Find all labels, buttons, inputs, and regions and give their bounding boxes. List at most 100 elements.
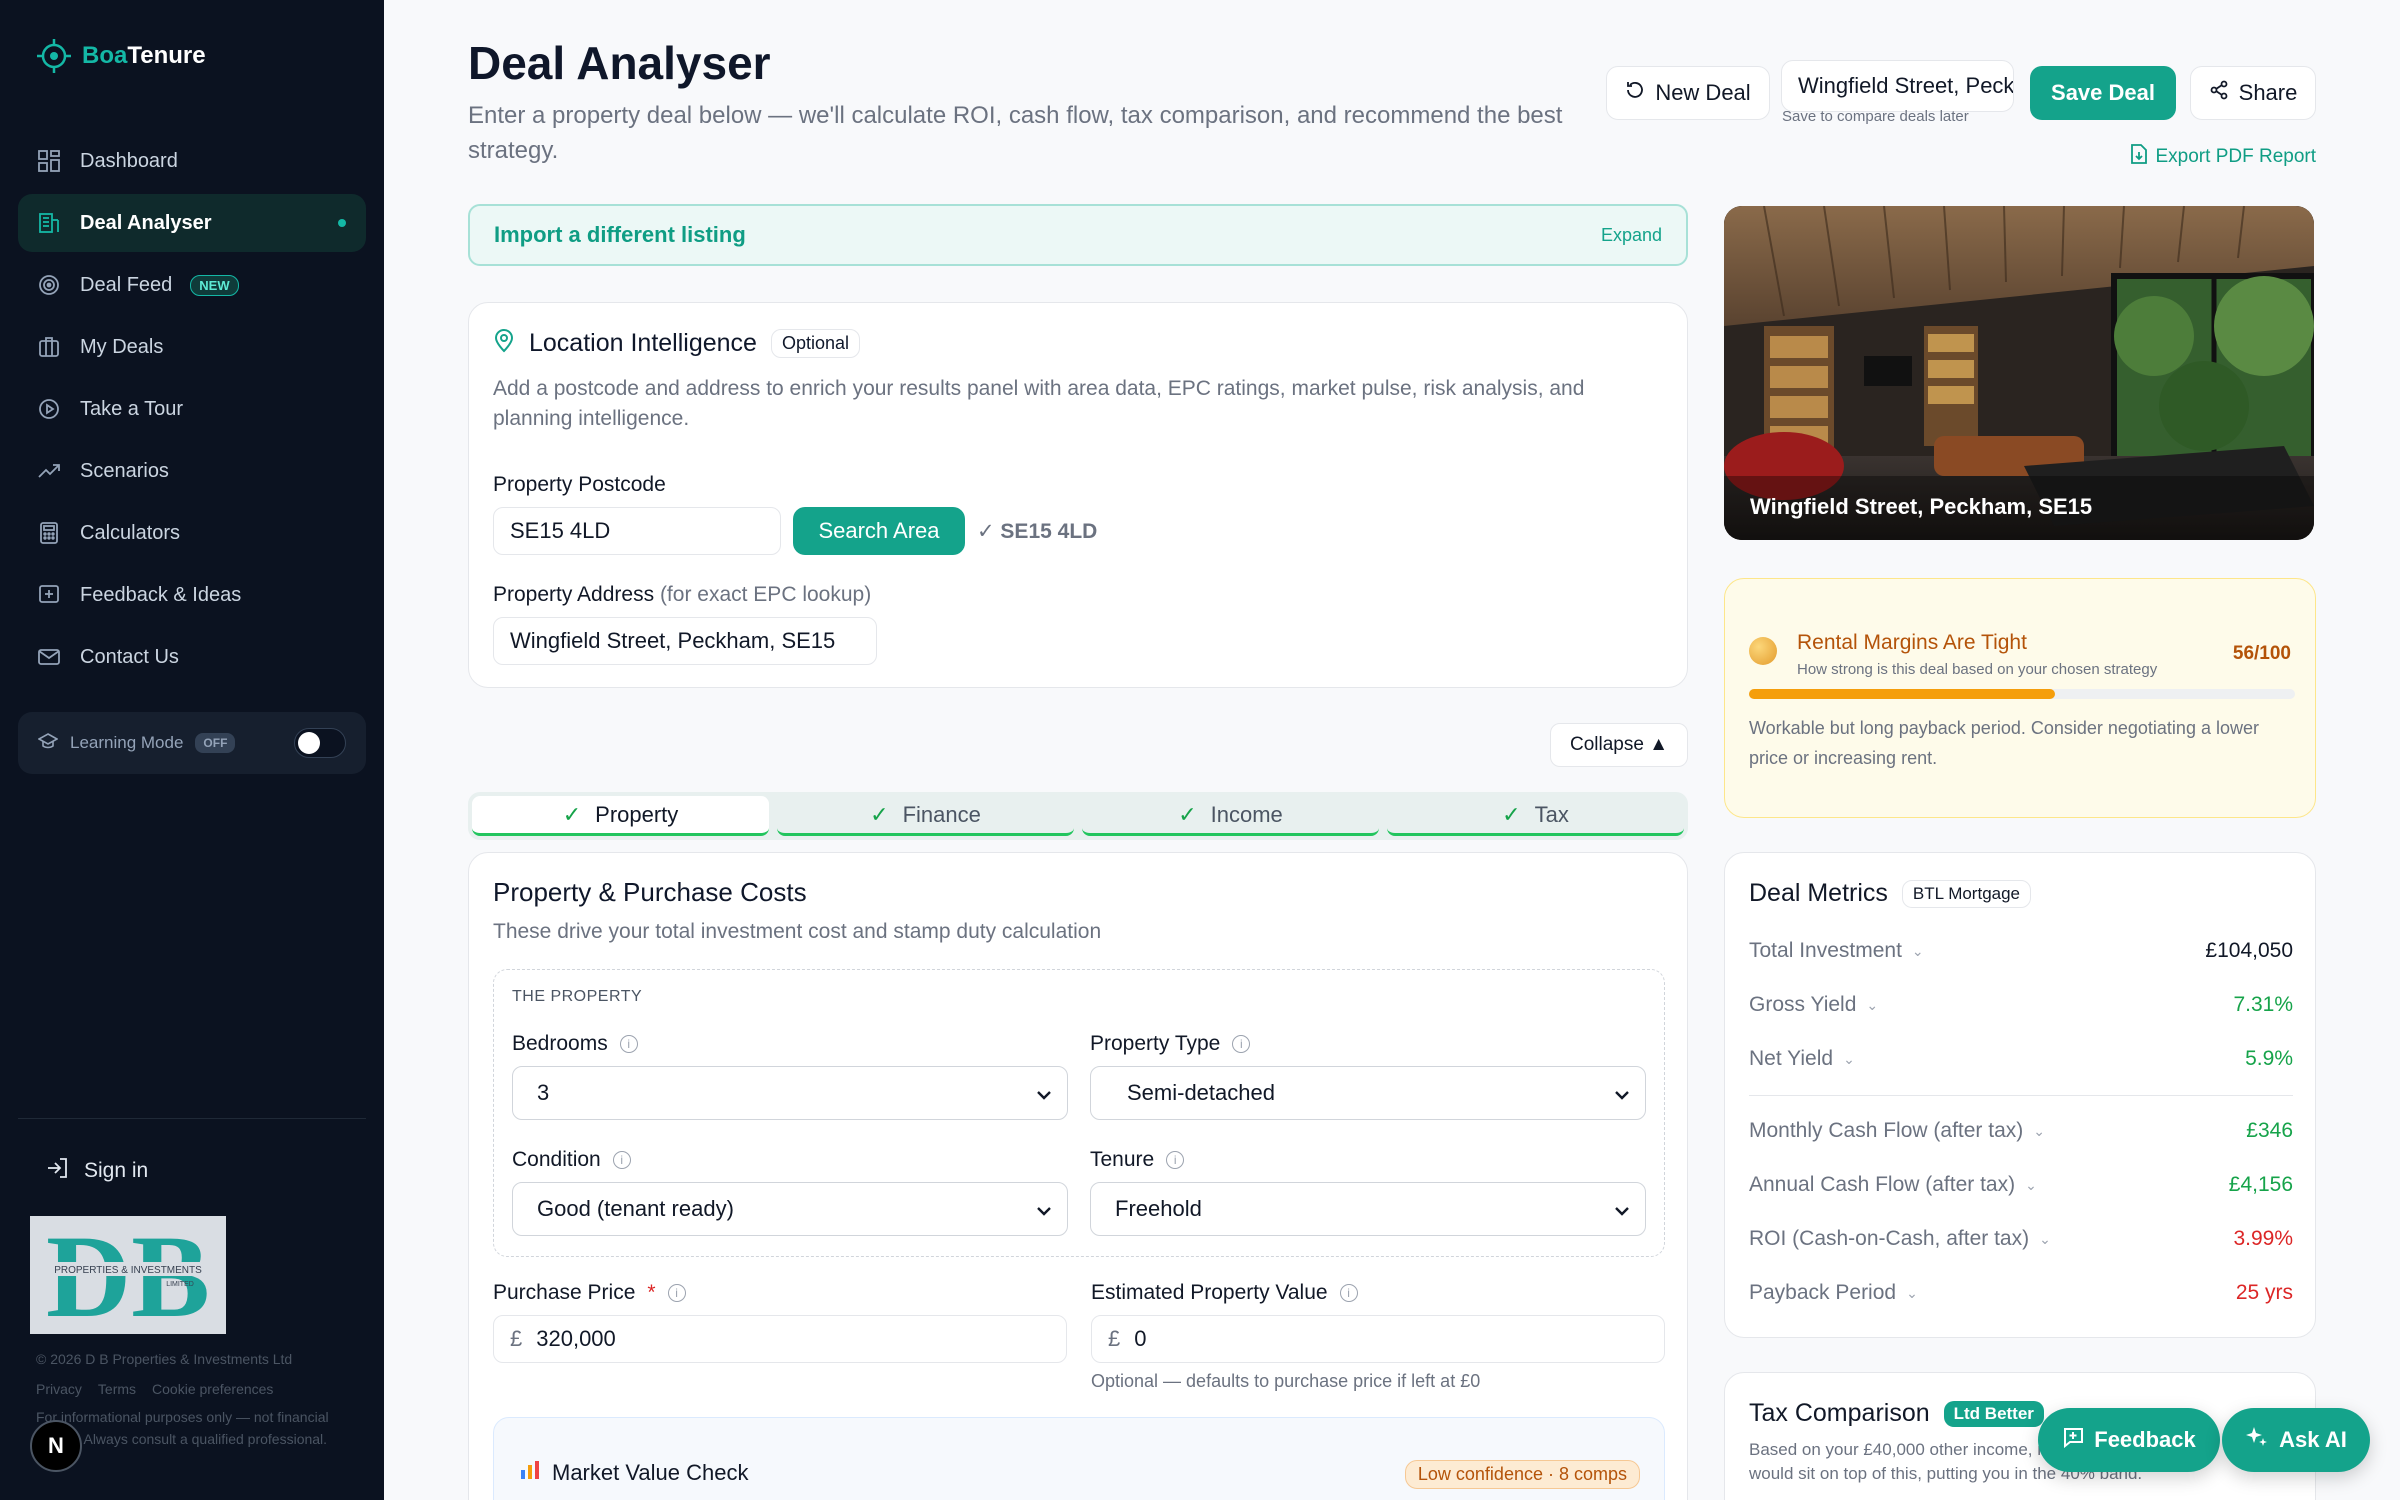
chevron-down-icon bbox=[1615, 1080, 1629, 1106]
condition-label-row: Condition i bbox=[512, 1148, 631, 1172]
save-deal-button[interactable]: Save Deal bbox=[2030, 66, 2176, 120]
deal-metrics-card: Deal Metrics BTL Mortgage Total Investme… bbox=[1724, 852, 2316, 1338]
feedback-floating-button[interactable]: Feedback bbox=[2038, 1408, 2220, 1472]
metric-row-gross-yield[interactable]: Gross Yield ⌄ 7.31% bbox=[1749, 993, 2293, 1017]
import-expand-button[interactable]: Expand bbox=[1601, 225, 1662, 246]
logo-tagline: PROPERTIES & INVESTMENTS bbox=[54, 1265, 202, 1276]
info-icon[interactable]: i bbox=[667, 1284, 686, 1302]
sidebar-item-calculators[interactable]: Calculators bbox=[18, 504, 366, 562]
sidebar-item-deal-feed[interactable]: Deal Feed NEW bbox=[18, 256, 366, 314]
privacy-link[interactable]: Privacy bbox=[36, 1378, 82, 1400]
check-icon: ✓ bbox=[870, 801, 889, 827]
chevron-down-icon: ⌄ bbox=[1866, 996, 1879, 1013]
property-value-input[interactable]: £ 0 bbox=[1091, 1315, 1665, 1363]
tenure-select[interactable]: Freehold bbox=[1090, 1182, 1646, 1236]
export-pdf-link[interactable]: Export PDF Report bbox=[2130, 144, 2316, 170]
info-icon[interactable]: i bbox=[1166, 1151, 1185, 1169]
optional-badge: Optional bbox=[770, 329, 860, 358]
learning-mode-panel: Learning Mode OFF bbox=[18, 712, 366, 774]
message-plus-icon bbox=[2062, 1426, 2084, 1454]
info-icon[interactable]: i bbox=[612, 1151, 631, 1169]
metric-row-annual-cash-flow[interactable]: Annual Cash Flow (after tax) ⌄ £4,156 bbox=[1749, 1173, 2293, 1197]
score-progress-track bbox=[1749, 689, 2295, 699]
address-input[interactable]: Wingfield Street, Peckham, SE15 bbox=[493, 617, 877, 665]
info-icon[interactable]: i bbox=[619, 1035, 638, 1053]
import-listing-label: Import a different listing bbox=[494, 222, 746, 247]
metric-row-monthly-cash-flow[interactable]: Monthly Cash Flow (after tax) ⌄ £346 bbox=[1749, 1119, 2293, 1143]
brand-logo[interactable]: BoaTenure bbox=[36, 38, 206, 74]
trend-icon bbox=[36, 458, 62, 484]
sidebar-item-label: Scenarios bbox=[80, 459, 169, 482]
terms-link[interactable]: Terms bbox=[98, 1378, 136, 1400]
sign-in-link[interactable]: Sign in bbox=[46, 1156, 148, 1186]
copyright-text: © 2026 D B Properties & Investments Ltd bbox=[36, 1351, 293, 1367]
dev-tools-n-icon[interactable]: N bbox=[30, 1420, 82, 1472]
score-title: Rental Margins Are Tight bbox=[1797, 631, 2027, 654]
ask-ai-button[interactable]: Ask AI bbox=[2222, 1408, 2370, 1472]
active-indicator-dot bbox=[338, 219, 346, 227]
property-type-select[interactable]: Semi-detached bbox=[1090, 1066, 1646, 1120]
info-icon[interactable]: i bbox=[1339, 1284, 1358, 1302]
collapse-button[interactable]: Collapse ▲ bbox=[1550, 723, 1688, 767]
metric-row-payback-period[interactable]: Payback Period ⌄ 25 yrs bbox=[1749, 1281, 2293, 1305]
sidebar-item-deal-analyser[interactable]: Deal Analyser bbox=[18, 194, 366, 252]
tenure-label: Tenure bbox=[1090, 1148, 1155, 1171]
metric-row-total-investment[interactable]: Total Investment ⌄ £104,050 bbox=[1749, 939, 2293, 963]
graduation-cap-icon bbox=[37, 732, 59, 755]
purchase-price-label-row: Purchase Price * i bbox=[493, 1281, 686, 1305]
metric-row-net-yield[interactable]: Net Yield ⌄ 5.9% bbox=[1749, 1047, 2293, 1071]
chevron-down-icon bbox=[1615, 1196, 1629, 1222]
sign-in-icon bbox=[46, 1156, 70, 1186]
sidebar-item-scenarios[interactable]: Scenarios bbox=[18, 442, 366, 500]
bedrooms-label-row: Bedrooms i bbox=[512, 1032, 638, 1056]
chevron-down-icon: ⌄ bbox=[1843, 1050, 1855, 1067]
address-label-row: Property Address (for exact EPC lookup) bbox=[493, 583, 871, 607]
sidebar-item-label: Deal Analyser bbox=[80, 211, 212, 234]
chevron-down-icon bbox=[1037, 1080, 1051, 1106]
tab-property[interactable]: ✓ Property bbox=[472, 796, 769, 836]
purchase-price-input[interactable]: £ 320,000 bbox=[493, 1315, 1067, 1363]
logo-suffix: LIMITED bbox=[166, 1281, 194, 1288]
tab-income[interactable]: ✓ Income bbox=[1082, 796, 1379, 836]
check-icon: ✓ bbox=[1502, 801, 1521, 827]
sidebar-item-my-deals[interactable]: My Deals bbox=[18, 318, 366, 376]
tab-tax[interactable]: ✓ Tax bbox=[1387, 796, 1684, 836]
market-value-check[interactable]: Market Value Check Low confidence · 8 co… bbox=[493, 1417, 1665, 1500]
property-section-title: Property & Purchase Costs bbox=[493, 877, 807, 907]
plus-square-icon bbox=[36, 582, 62, 608]
sidebar-item-take-a-tour[interactable]: Take a Tour bbox=[18, 380, 366, 438]
sidebar-item-label: Dashboard bbox=[80, 149, 178, 172]
metric-name: Gross Yield bbox=[1749, 993, 1857, 1016]
deal-name-input[interactable]: Wingfield Street, Peckham, SE15 bbox=[1781, 60, 2014, 112]
score-note: Workable but long payback period. Consid… bbox=[1749, 718, 2259, 768]
import-listing-bar[interactable]: Import a different listing Expand bbox=[468, 204, 1688, 266]
address-label: Property Address bbox=[493, 583, 655, 606]
location-intelligence-card: Location Intelligence Optional Add a pos… bbox=[468, 302, 1688, 688]
crosshair-logo-icon bbox=[37, 39, 71, 73]
condition-value: Good (tenant ready) bbox=[537, 1196, 734, 1221]
property-value-label-row: Estimated Property Value i bbox=[1091, 1281, 1358, 1305]
sidebar-item-feedback-ideas[interactable]: Feedback & Ideas bbox=[18, 566, 366, 624]
sidebar-item-contact-us[interactable]: Contact Us bbox=[18, 628, 366, 686]
condition-select[interactable]: Good (tenant ready) bbox=[512, 1182, 1068, 1236]
tab-finance[interactable]: ✓ Finance bbox=[777, 796, 1074, 836]
postcode-input[interactable]: SE15 4LD bbox=[493, 507, 781, 555]
new-deal-label: New Deal bbox=[1655, 80, 1751, 105]
cookie-preferences-link[interactable]: Cookie preferences bbox=[152, 1378, 273, 1400]
share-button[interactable]: Share bbox=[2190, 66, 2316, 120]
sidebar-item-dashboard[interactable]: Dashboard bbox=[18, 132, 366, 190]
metrics-divider bbox=[1749, 1095, 2293, 1096]
info-icon[interactable]: i bbox=[1232, 1035, 1251, 1053]
chevron-down-icon: ⌄ bbox=[1911, 942, 1924, 959]
listing-photo-caption: Wingfield Street, Peckham, SE15 bbox=[1750, 494, 2093, 519]
listing-photo[interactable]: Wingfield Street, Peckham, SE15 bbox=[1724, 206, 2314, 540]
chevron-down-icon bbox=[1037, 1196, 1051, 1222]
metric-name: Annual Cash Flow (after tax) bbox=[1749, 1173, 2016, 1196]
search-area-button[interactable]: Search Area bbox=[793, 507, 965, 555]
new-deal-button[interactable]: New Deal bbox=[1606, 66, 1770, 120]
sidebar-nav: Dashboard Deal Analyser Deal Feed NEW My… bbox=[18, 132, 366, 690]
metric-row-roi[interactable]: ROI (Cash-on-Cash, after tax) ⌄ 3.99% bbox=[1749, 1227, 2293, 1251]
bedrooms-select[interactable]: 3 bbox=[512, 1066, 1068, 1120]
metric-value: £4,156 bbox=[2228, 1173, 2293, 1196]
learning-mode-toggle[interactable] bbox=[294, 728, 346, 758]
